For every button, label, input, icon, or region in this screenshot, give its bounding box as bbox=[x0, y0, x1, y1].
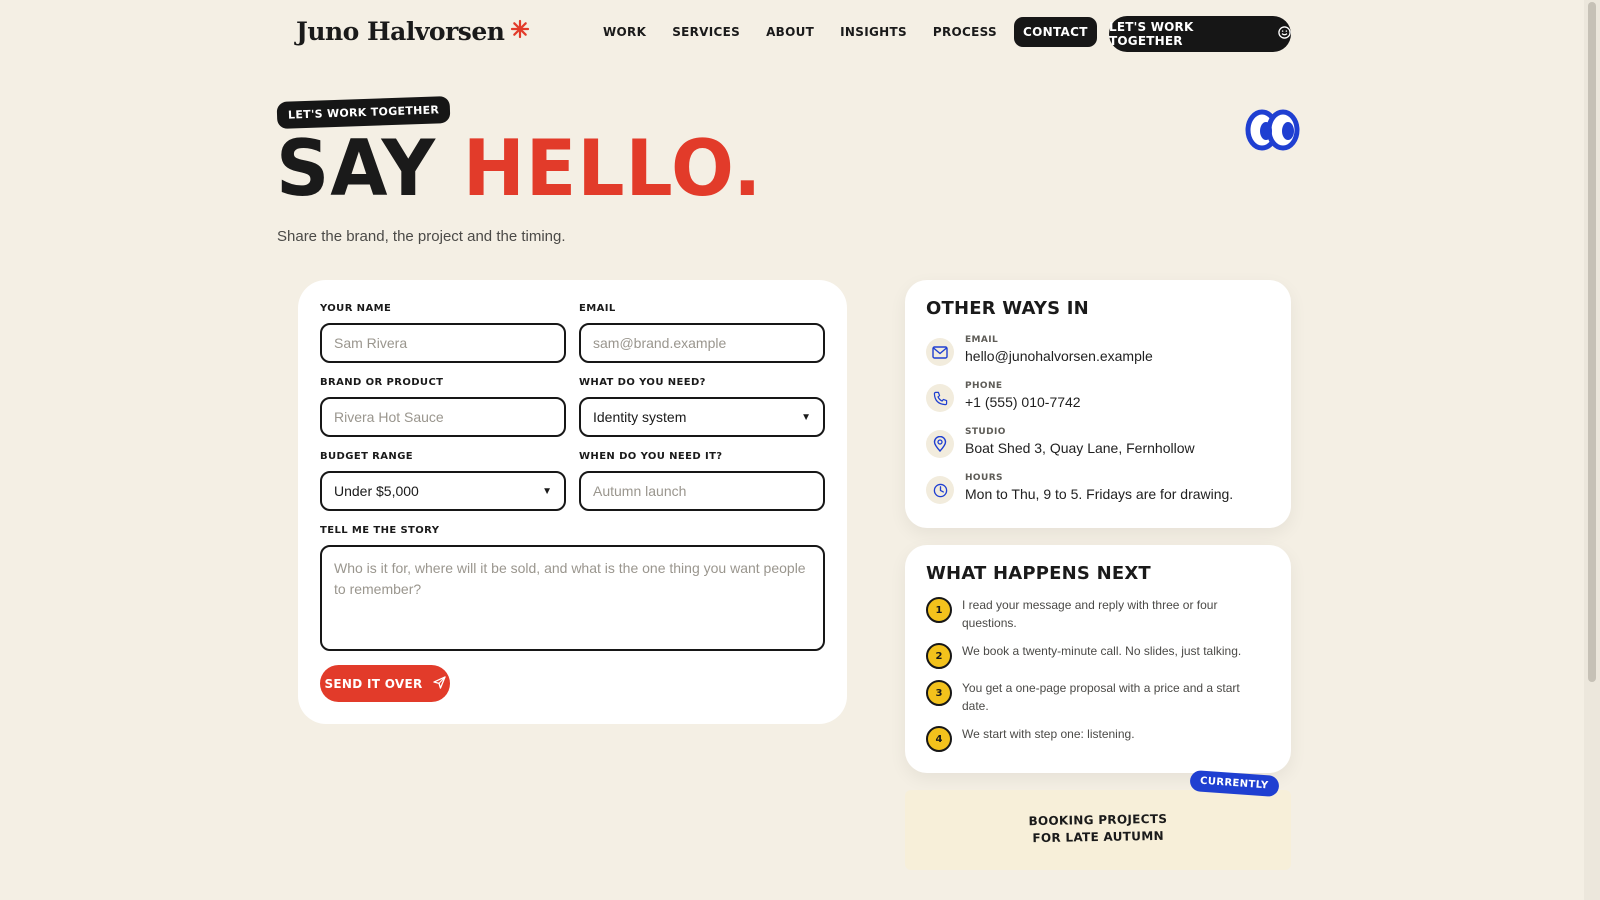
send-button[interactable]: SEND IT OVER bbox=[320, 665, 450, 702]
other-ways-card: OTHER WAYS IN EMAIL hello@junohalvorsen.… bbox=[905, 280, 1291, 528]
step-item: 1 I read your message and reply with thr… bbox=[926, 596, 1256, 632]
step-text: We start with step one: listening. bbox=[962, 727, 1135, 741]
step-item: 2 We book a twenty-minute call. No slide… bbox=[926, 642, 1256, 669]
when-placeholder: Autumn launch bbox=[593, 483, 687, 499]
lets-work-together-button[interactable]: LET'S WORK TOGETHER bbox=[1109, 16, 1291, 52]
step-text: I read your message and reply with three… bbox=[962, 598, 1218, 630]
brand-label: BRAND OR PRODUCT bbox=[320, 377, 444, 388]
step-number: 4 bbox=[926, 726, 952, 752]
nav-process[interactable]: PROCESS bbox=[924, 17, 1006, 47]
step-number: 2 bbox=[926, 643, 952, 669]
email-label: EMAIL bbox=[579, 303, 616, 314]
story-placeholder: Who is it for, where will it be sold, an… bbox=[334, 560, 806, 597]
need-select[interactable]: Identity system ▼ bbox=[579, 397, 825, 437]
page-subtitle: Share the brand, the project and the tim… bbox=[277, 228, 566, 245]
chevron-down-icon: ▼ bbox=[542, 485, 552, 497]
email-input[interactable]: sam@brand.example bbox=[579, 323, 825, 363]
booking-status-note: BOOKING PROJECTS FOR LATE AUTUMN bbox=[905, 790, 1291, 870]
studio-row-value: Boat Shed 3, Quay Lane, Fernhollow bbox=[965, 440, 1195, 456]
step-number: 3 bbox=[926, 680, 952, 706]
nav-contact[interactable]: CONTACT bbox=[1014, 17, 1097, 47]
when-label: WHEN DO YOU NEED IT? bbox=[579, 451, 723, 462]
step-item: 4 We start with step one: listening. bbox=[926, 725, 1256, 752]
story-label: TELL ME THE STORY bbox=[320, 525, 440, 536]
name-input[interactable]: Sam Rivera bbox=[320, 323, 566, 363]
email-row-value: hello@junohalvorsen.example bbox=[965, 348, 1153, 364]
paper-plane-icon bbox=[432, 675, 446, 692]
email-placeholder: sam@brand.example bbox=[593, 335, 727, 351]
title-say: SAY bbox=[276, 123, 437, 215]
name-label: YOUR NAME bbox=[320, 303, 392, 314]
email-row-label: EMAIL bbox=[965, 335, 999, 345]
phone-row-label: PHONE bbox=[965, 381, 1003, 391]
step-text: You get a one-page proposal with a price… bbox=[962, 681, 1240, 713]
nav-services[interactable]: SERVICES bbox=[663, 17, 749, 47]
scrollbar[interactable] bbox=[1584, 0, 1600, 900]
contact-phone-row[interactable]: PHONE +1 (555) 010-7742 bbox=[926, 381, 1081, 412]
chevron-down-icon: ▼ bbox=[801, 411, 811, 423]
page-title: SAY HELLO. bbox=[276, 130, 762, 208]
title-hello: HELLO. bbox=[462, 123, 763, 215]
smile-icon bbox=[1278, 26, 1291, 42]
top-navigation-bar: Juno Halvorsen WORK SERVICES ABOUT INSIG… bbox=[0, 0, 1584, 66]
nav-about[interactable]: ABOUT bbox=[757, 17, 823, 47]
main-nav: WORK SERVICES ABOUT INSIGHTS PROCESS CON… bbox=[594, 17, 1097, 47]
what-happens-next-card: WHAT HAPPENS NEXT 1 I read your message … bbox=[905, 545, 1291, 773]
studio-row-label: STUDIO bbox=[965, 427, 1006, 437]
when-input[interactable]: Autumn launch bbox=[579, 471, 825, 511]
contact-hours-row: HOURS Mon to Thu, 9 to 5. Fridays are fo… bbox=[926, 473, 1233, 504]
story-textarea[interactable]: Who is it for, where will it be sold, an… bbox=[320, 545, 825, 651]
brand-name: Juno Halvorsen bbox=[296, 17, 505, 46]
other-ways-title: OTHER WAYS IN bbox=[926, 298, 1089, 319]
nav-work[interactable]: WORK bbox=[594, 17, 655, 47]
name-placeholder: Sam Rivera bbox=[334, 335, 408, 351]
eyes-icon bbox=[1245, 109, 1301, 151]
budget-selected: Under $5,000 bbox=[334, 483, 419, 499]
next-title: WHAT HAPPENS NEXT bbox=[926, 563, 1151, 584]
brand-placeholder: Rivera Hot Sauce bbox=[334, 409, 444, 425]
contact-form: YOUR NAME Sam Rivera EMAIL sam@brand.exa… bbox=[298, 280, 847, 724]
hours-row-value: Mon to Thu, 9 to 5. Fridays are for draw… bbox=[965, 486, 1234, 502]
budget-label: BUDGET RANGE bbox=[320, 451, 414, 462]
step-number: 1 bbox=[926, 597, 952, 623]
step-item: 3 You get a one-page proposal with a pri… bbox=[926, 679, 1256, 715]
cta-label: LET'S WORK TOGETHER bbox=[1109, 20, 1194, 48]
send-label: SEND IT OVER bbox=[324, 676, 423, 691]
step-text: We book a twenty-minute call. No slides,… bbox=[962, 644, 1242, 658]
contact-studio-row: STUDIO Boat Shed 3, Quay Lane, Fernhollo… bbox=[926, 427, 1195, 458]
clock-icon bbox=[926, 476, 954, 504]
asterisk-icon bbox=[510, 19, 530, 45]
brand-logo[interactable]: Juno Halvorsen bbox=[296, 17, 530, 46]
booking-status-text: BOOKING PROJECTS FOR LATE AUTUMN bbox=[905, 809, 1292, 850]
nav-insights[interactable]: INSIGHTS bbox=[831, 17, 916, 47]
scrollbar-thumb[interactable] bbox=[1588, 2, 1596, 682]
need-selected: Identity system bbox=[593, 409, 687, 425]
phone-row-value: +1 (555) 010-7742 bbox=[965, 394, 1081, 410]
mail-icon bbox=[926, 338, 954, 366]
brand-input[interactable]: Rivera Hot Sauce bbox=[320, 397, 566, 437]
contact-email-row[interactable]: EMAIL hello@junohalvorsen.example bbox=[926, 335, 1153, 366]
budget-select[interactable]: Under $5,000 ▼ bbox=[320, 471, 566, 511]
map-pin-icon bbox=[926, 430, 954, 458]
phone-icon bbox=[926, 384, 954, 412]
hours-row-label: HOURS bbox=[965, 473, 1003, 483]
need-label: WHAT DO YOU NEED? bbox=[579, 377, 706, 388]
